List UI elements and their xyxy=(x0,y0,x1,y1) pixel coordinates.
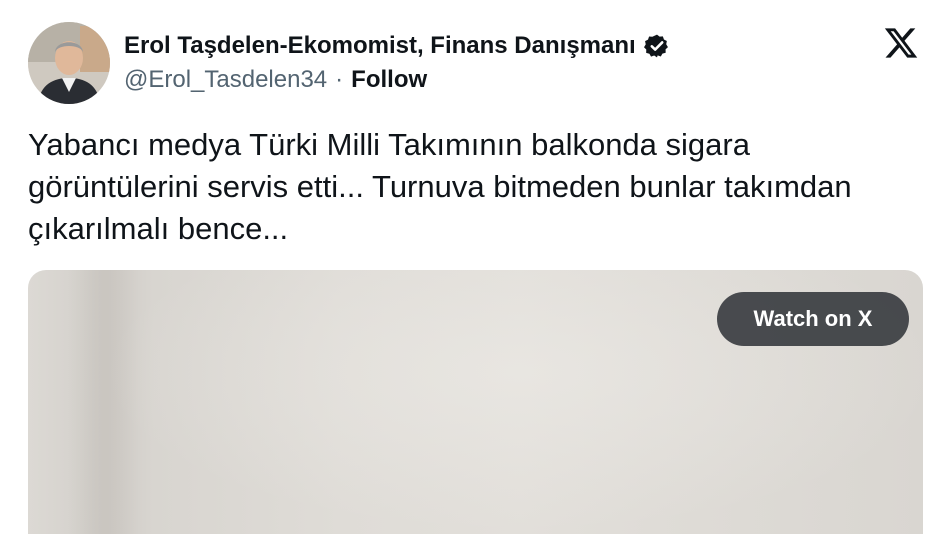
author-name[interactable]: Erol Taşdelen-Ekomomist, Finans Danışman… xyxy=(124,32,636,60)
verified-badge-icon xyxy=(643,34,668,58)
x-logo-icon[interactable] xyxy=(883,25,919,61)
tweet-text: Yabancı medya Türki Milli Takımının balk… xyxy=(28,127,852,246)
author-handle[interactable]: @Erol_Tasdelen34 xyxy=(124,66,327,94)
embedded-tweet-card: Erol Taşdelen-Ekomomist, Finans Danışman… xyxy=(0,0,950,534)
author-name-row: Erol Taşdelen-Ekomomist, Finans Danışman… xyxy=(124,32,670,60)
separator-dot: · xyxy=(335,66,344,93)
follow-link[interactable]: Follow xyxy=(351,66,427,94)
watch-on-x-button[interactable]: Watch on X xyxy=(717,292,909,346)
handle-row: @Erol_Tasdelen34 · Follow xyxy=(124,66,427,94)
avatar[interactable] xyxy=(28,22,110,104)
avatar-photo xyxy=(28,22,110,104)
